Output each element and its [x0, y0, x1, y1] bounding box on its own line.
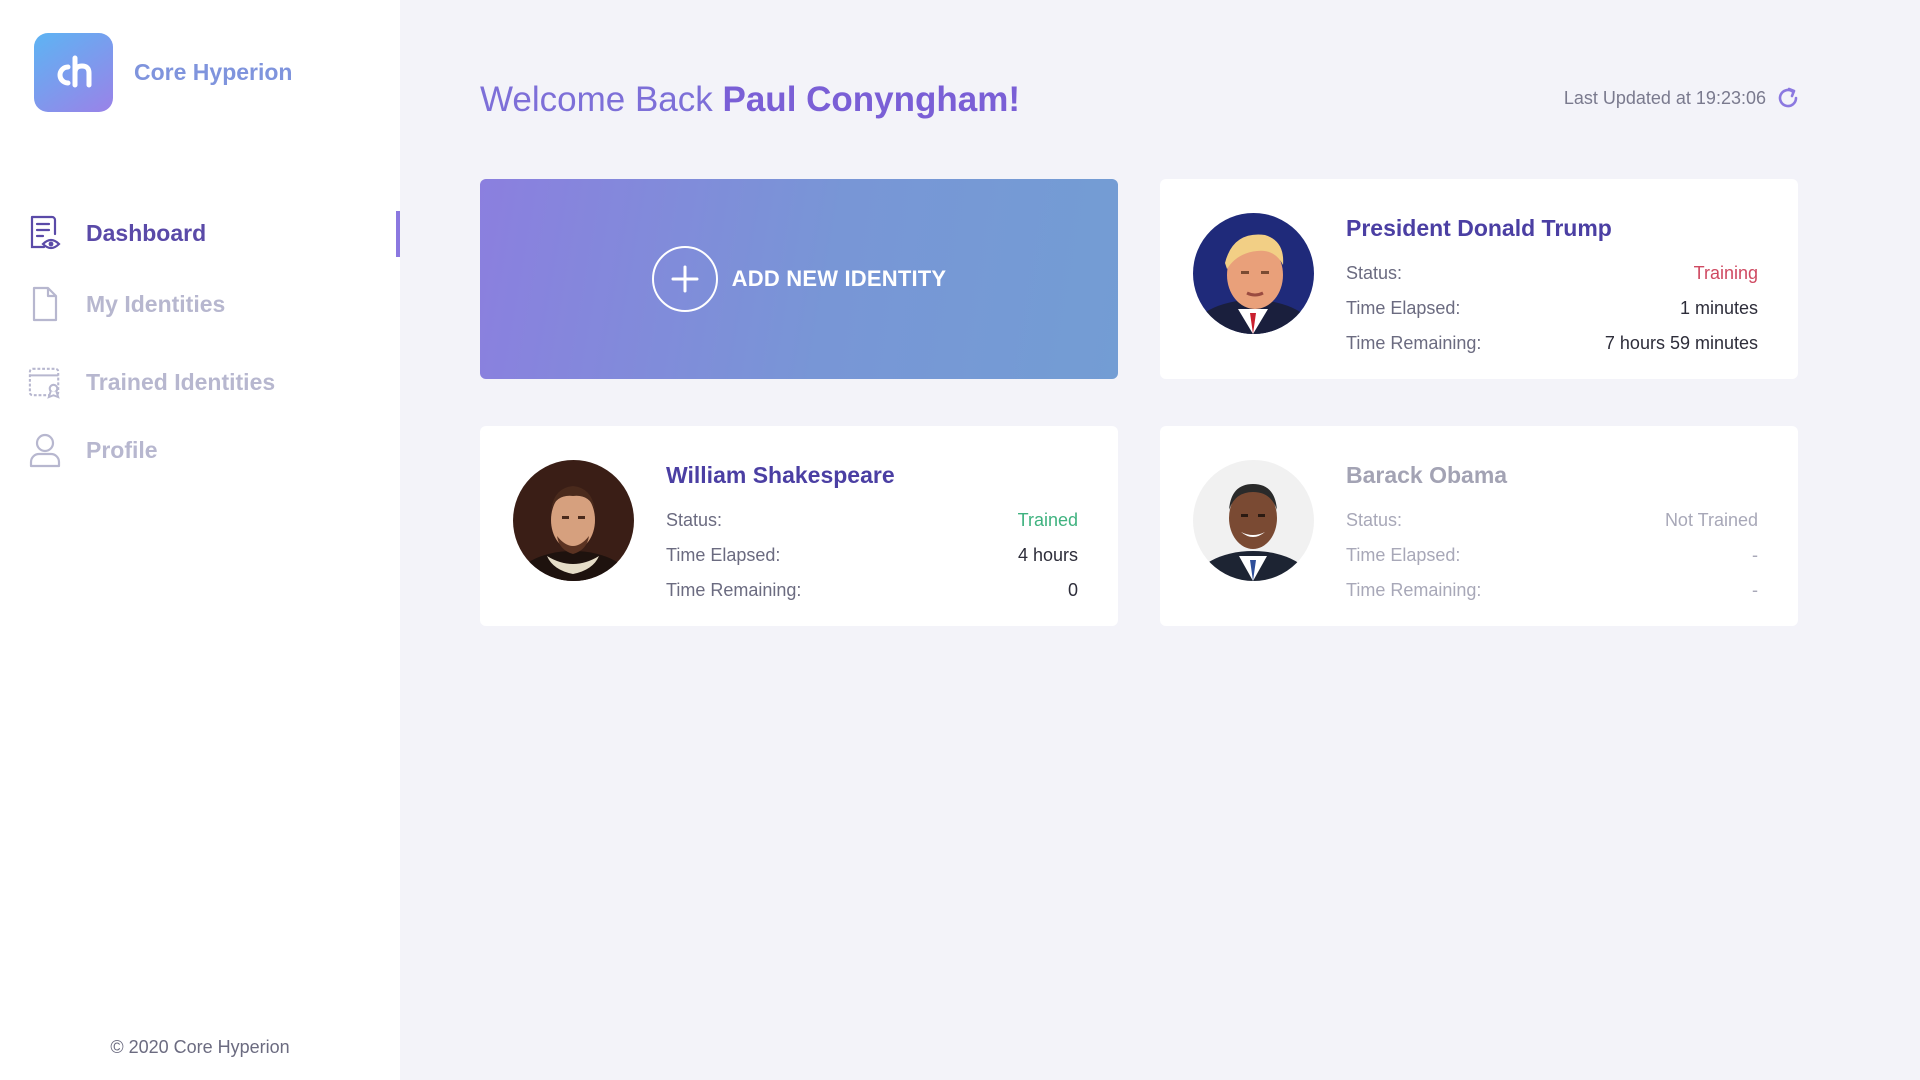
plus-circle-icon — [651, 246, 718, 312]
dashboard-icon — [28, 213, 62, 253]
time-elapsed-label: Time Elapsed: — [666, 545, 781, 565]
brand-logo — [34, 33, 113, 112]
sidebar-item-dashboard[interactable]: Dashboard — [0, 205, 400, 261]
time-remaining-value: 7 hours 59 minutes — [1604, 333, 1758, 353]
sidebar-item-label: My Identities — [86, 290, 226, 317]
app: Core Hyperion Dashboard My Identities Tr… — [0, 0, 1920, 1080]
identity-name: Barack Obama — [1346, 462, 1508, 488]
last-updated: Last Updated at 19:23:06 — [1564, 86, 1800, 110]
identity-card-trump[interactable]: President Donald Trump Status: Training … — [1160, 179, 1798, 379]
identity-name: President Donald Trump — [1346, 215, 1612, 241]
time-elapsed-label: Time Elapsed: — [1346, 545, 1461, 565]
time-remaining-label: Time Remaining: — [666, 580, 802, 600]
time-remaining-label: Time Remaining: — [1346, 580, 1482, 600]
time-elapsed-row: Time Elapsed: 1 minutes — [1346, 291, 1758, 326]
avatar — [1193, 460, 1314, 581]
status-label: Status: — [1346, 510, 1403, 530]
identity-name: William Shakespeare — [666, 462, 895, 488]
sidebar: Core Hyperion Dashboard My Identities Tr… — [0, 0, 400, 1080]
status-row: Status: Trained — [666, 503, 1078, 538]
status-badge: Training — [1693, 263, 1758, 283]
sidebar-item-my-identities[interactable]: My Identities — [0, 276, 400, 332]
time-remaining-label: Time Remaining: — [1346, 333, 1482, 353]
status-badge: Trained — [1017, 510, 1078, 530]
sidebar-item-profile[interactable]: Profile — [0, 422, 400, 478]
main-content: Welcome Back Paul Conyngham! Last Update… — [400, 0, 1920, 1080]
brand-name: Core Hyperion — [134, 59, 293, 85]
status-badge: Not Trained — [1664, 510, 1758, 530]
welcome-prefix: Welcome Back — [480, 80, 713, 119]
copyright: © 2020 Core Hyperion — [110, 1037, 290, 1057]
time-elapsed-label: Time Elapsed: — [1346, 298, 1461, 318]
page-title: Welcome Back Paul Conyngham! — [480, 80, 1020, 120]
file-icon — [28, 284, 62, 324]
brand-logo-glyph-icon — [57, 55, 91, 87]
time-elapsed-value: 4 hours — [1017, 545, 1078, 565]
identity-info: William Shakespeare Status: Trained Time… — [666, 462, 1078, 608]
identity-info: Barack Obama Status: Not Trained Time El… — [1346, 462, 1758, 608]
refresh-icon[interactable] — [1776, 86, 1800, 110]
status-label: Status: — [666, 510, 723, 530]
time-remaining-row: Time Remaining: 0 — [666, 573, 1078, 608]
time-elapsed-value: - — [1752, 545, 1758, 565]
time-remaining-row: Time Remaining: - — [1346, 573, 1758, 608]
trained-icon — [28, 362, 62, 402]
identity-info: President Donald Trump Status: Training … — [1346, 215, 1758, 361]
identity-card-shakespeare[interactable]: William Shakespeare Status: Trained Time… — [480, 426, 1118, 626]
identity-card-obama[interactable]: Barack Obama Status: Not Trained Time El… — [1160, 426, 1798, 626]
status-row: Status: Training — [1346, 256, 1758, 291]
time-remaining-value: - — [1752, 580, 1758, 600]
status-row: Status: Not Trained — [1346, 503, 1758, 538]
status-label: Status: — [1346, 263, 1403, 283]
sidebar-item-trained-identities[interactable]: Trained Identities — [0, 354, 400, 410]
last-updated-text: Last Updated at 19:23:06 — [1563, 87, 1766, 108]
time-elapsed-value: 1 minutes — [1679, 298, 1758, 318]
brand[interactable]: Core Hyperion — [34, 33, 292, 112]
add-new-identity-button[interactable]: ADD NEW IDENTITY — [480, 179, 1118, 379]
sidebar-nav: Dashboard My Identities Trained Identiti… — [0, 205, 400, 478]
sidebar-item-label: Dashboard — [86, 219, 207, 246]
avatar — [513, 460, 634, 581]
add-new-identity-label: ADD NEW IDENTITY — [731, 266, 947, 291]
avatar — [1193, 213, 1314, 334]
time-elapsed-row: Time Elapsed: 4 hours — [666, 538, 1078, 573]
time-elapsed-row: Time Elapsed: - — [1346, 538, 1758, 573]
time-remaining-row: Time Remaining: 7 hours 59 minutes — [1346, 326, 1758, 361]
user-name: Paul Conyngham! — [722, 80, 1021, 119]
sidebar-item-label: Trained Identities — [86, 368, 276, 395]
time-remaining-value: 0 — [1067, 580, 1078, 600]
user-icon — [28, 430, 62, 470]
sidebar-item-label: Profile — [86, 436, 158, 463]
